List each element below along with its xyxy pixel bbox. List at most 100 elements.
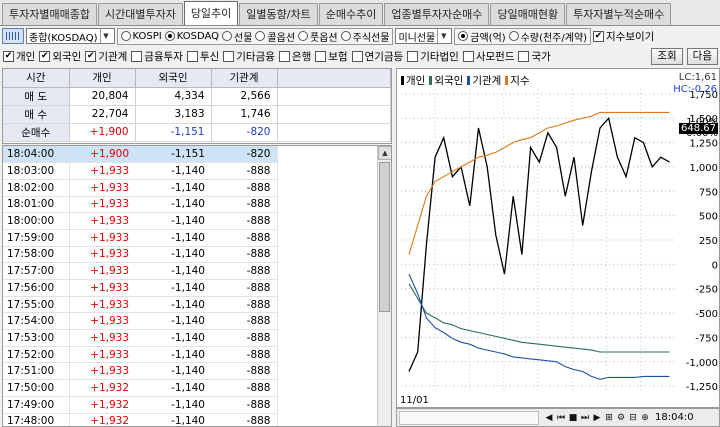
- market-radio-4[interactable]: 풋옵션: [298, 29, 338, 44]
- trend-chart: 1,750 1,500 1,250 1,000 750 500 250 0 -250 -500 -7…: [396, 68, 720, 408]
- first-page-icon[interactable]: ⏮: [555, 411, 567, 425]
- investor-checkbox-9[interactable]: 기타법인: [407, 49, 459, 64]
- radio-dot[interactable]: [298, 31, 309, 41]
- investor-checkbox-7[interactable]: 보험: [315, 49, 348, 64]
- checkbox-box[interactable]: ✔: [39, 50, 51, 62]
- stop-icon[interactable]: ■: [567, 411, 579, 425]
- radio-dot[interactable]: [255, 31, 266, 41]
- tab-5[interactable]: 업종별투자자순매수: [384, 3, 490, 25]
- investor-checkbox-5[interactable]: 기타금융: [223, 49, 275, 64]
- checkbox-box[interactable]: [223, 50, 235, 62]
- vertical-scrollbar[interactable]: ▲: [377, 146, 391, 426]
- grid-view-icon[interactable]: [2, 28, 24, 44]
- radio-dot[interactable]: [164, 31, 175, 41]
- tab-2[interactable]: 당일추이: [183, 1, 239, 25]
- chart-canvas: 1,7501,5001,2501,0007505002500-250-500-7…: [401, 89, 718, 393]
- value-cell: +1,933: [69, 262, 135, 280]
- radio-dot[interactable]: [340, 31, 351, 41]
- radio-label: 콜옵션: [267, 32, 296, 44]
- table-row[interactable]: 17:51:00 +1,933 -1,140 -888: [3, 362, 278, 381]
- tab-0[interactable]: 투자자별매매종합: [2, 3, 97, 25]
- summary-cell: 2,566: [211, 87, 278, 106]
- tab-1[interactable]: 시간대별투자자: [97, 3, 183, 25]
- mini-futures-select[interactable]: 미니선물 ▼: [395, 28, 453, 44]
- value-cell: -888: [211, 229, 278, 247]
- table-row[interactable]: 17:52:00 +1,933 -1,140 -888: [3, 346, 278, 364]
- table-row[interactable]: 17:55:00 +1,933 -1,140 -888: [3, 296, 278, 314]
- zoom-out-icon[interactable]: ⊟: [627, 411, 639, 425]
- investor-checkbox-4[interactable]: 투신: [186, 49, 219, 64]
- table-row[interactable]: 17:56:00 +1,933 -1,140 -888: [3, 279, 278, 297]
- investor-checkbox-10[interactable]: 사모펀드: [462, 49, 514, 64]
- market-radio-1[interactable]: KOSDAQ: [164, 31, 219, 42]
- investor-checkbox-1[interactable]: ✔ 외국인: [39, 49, 81, 64]
- table-row[interactable]: 17:59:00 +1,933 -1,140 -888: [3, 229, 278, 247]
- value-cell: +1,933: [69, 346, 135, 364]
- checkbox-box[interactable]: [131, 50, 143, 62]
- time-cell: 18:02:00: [3, 179, 70, 197]
- table-row[interactable]: 18:00:00 +1,933 -1,140 -888: [3, 212, 278, 230]
- unit-radio-0[interactable]: 금액(억): [458, 29, 506, 44]
- checkbox-box[interactable]: ✔: [85, 50, 97, 62]
- investor-checkbox-2[interactable]: ✔ 기관계: [85, 49, 127, 64]
- radio-dot[interactable]: [508, 31, 519, 41]
- table-row[interactable]: 18:04:00 +1,900 -1,151 -820: [3, 146, 278, 164]
- tab-4[interactable]: 순매수추이: [318, 3, 384, 25]
- table-row[interactable]: 17:50:00 +1,932 -1,140 -888: [3, 379, 278, 397]
- investor-checkbox-8[interactable]: 연기금등: [351, 49, 403, 64]
- table-row[interactable]: 18:03:00 +1,933 -1,140 -888: [3, 162, 278, 180]
- market-radio-5[interactable]: 주식선물: [340, 29, 389, 44]
- radio-dot[interactable]: [222, 31, 233, 41]
- checkbox-box[interactable]: [407, 50, 419, 62]
- checkbox-box[interactable]: [518, 50, 530, 62]
- investor-checkbox-6[interactable]: 은행: [278, 49, 311, 64]
- crosshair-icon[interactable]: ⊕: [639, 411, 651, 425]
- market-radio-2[interactable]: 선물: [222, 29, 252, 44]
- checkbox-box[interactable]: [278, 50, 290, 62]
- time-cell: 17:57:00: [3, 262, 70, 280]
- index-checkbox[interactable]: ✔ 지수보이기: [593, 29, 654, 44]
- tab-7[interactable]: 투자자별누적순매수: [566, 3, 672, 25]
- query-button[interactable]: 조회: [651, 47, 683, 65]
- table-row[interactable]: 17:57:00 +1,933 -1,140 -888: [3, 262, 278, 280]
- tab-bar: 투자자별매매종합 시간대별투자자 당일추이 일별동향/차트 순매수추이 업종별투자자순매수…: [0, 0, 720, 26]
- investor-checkbox-3[interactable]: 금융투자: [131, 49, 183, 64]
- summary-header-1: 개인: [69, 69, 136, 88]
- zoom-in-icon[interactable]: ⊞: [603, 411, 615, 425]
- table-row[interactable]: 17:49:00 +1,932 -1,140 -888: [3, 396, 278, 414]
- table-row[interactable]: 17:48:00 +1,932 -1,140 -888: [3, 413, 278, 426]
- table-row[interactable]: 17:54:00 +1,933 -1,140 -888: [3, 312, 278, 331]
- index-checkbox-box[interactable]: ✔: [593, 30, 605, 42]
- checkbox-box[interactable]: [186, 50, 198, 62]
- chart-scroll-track[interactable]: [399, 410, 539, 425]
- table-row[interactable]: 18:02:00 +1,933 -1,140 -888: [3, 179, 278, 197]
- scroll-left-icon[interactable]: ◀: [543, 411, 555, 425]
- checkbox-label: 보험: [328, 50, 348, 63]
- series-line-0: [408, 116, 670, 372]
- value-cell: +1,900: [69, 146, 135, 164]
- checkbox-box[interactable]: [351, 50, 363, 62]
- investor-checkbox-0[interactable]: ✔ 개인: [3, 49, 35, 64]
- table-row[interactable]: 18:01:00 +1,933 -1,140 -888: [3, 196, 278, 214]
- tab-3[interactable]: 일별동향/차트: [239, 3, 318, 25]
- market-radio-0[interactable]: KOSPI: [120, 31, 162, 42]
- scroll-thumb[interactable]: [379, 162, 390, 312]
- investor-checkbox-11[interactable]: 국가: [518, 49, 551, 64]
- checkbox-box[interactable]: [462, 50, 474, 62]
- unit-radio-1[interactable]: 수량(천주/계약): [508, 29, 587, 44]
- radio-dot[interactable]: [458, 31, 469, 41]
- scroll-right-icon[interactable]: ▶: [591, 411, 603, 425]
- tab-6[interactable]: 당일매매현황: [490, 3, 566, 25]
- market-radio-3[interactable]: 콜옵션: [255, 29, 295, 44]
- table-row[interactable]: 17:53:00 +1,933 -1,140 -888: [3, 329, 278, 347]
- checkbox-label: 금융투자: [144, 50, 183, 63]
- checkbox-box[interactable]: [315, 50, 327, 62]
- market-select[interactable]: 종합(KOSDAQ) ▼: [26, 28, 115, 44]
- next-button[interactable]: 다음: [686, 47, 718, 65]
- checkbox-box[interactable]: ✔: [3, 50, 14, 62]
- radio-dot[interactable]: [120, 31, 131, 41]
- last-page-icon[interactable]: ⏭: [579, 411, 591, 425]
- table-row[interactable]: 17:58:00 +1,933 -1,140 -888: [3, 246, 278, 264]
- scroll-up-arrow-icon[interactable]: ▲: [378, 146, 391, 160]
- settings-icon[interactable]: ⚙: [615, 411, 627, 425]
